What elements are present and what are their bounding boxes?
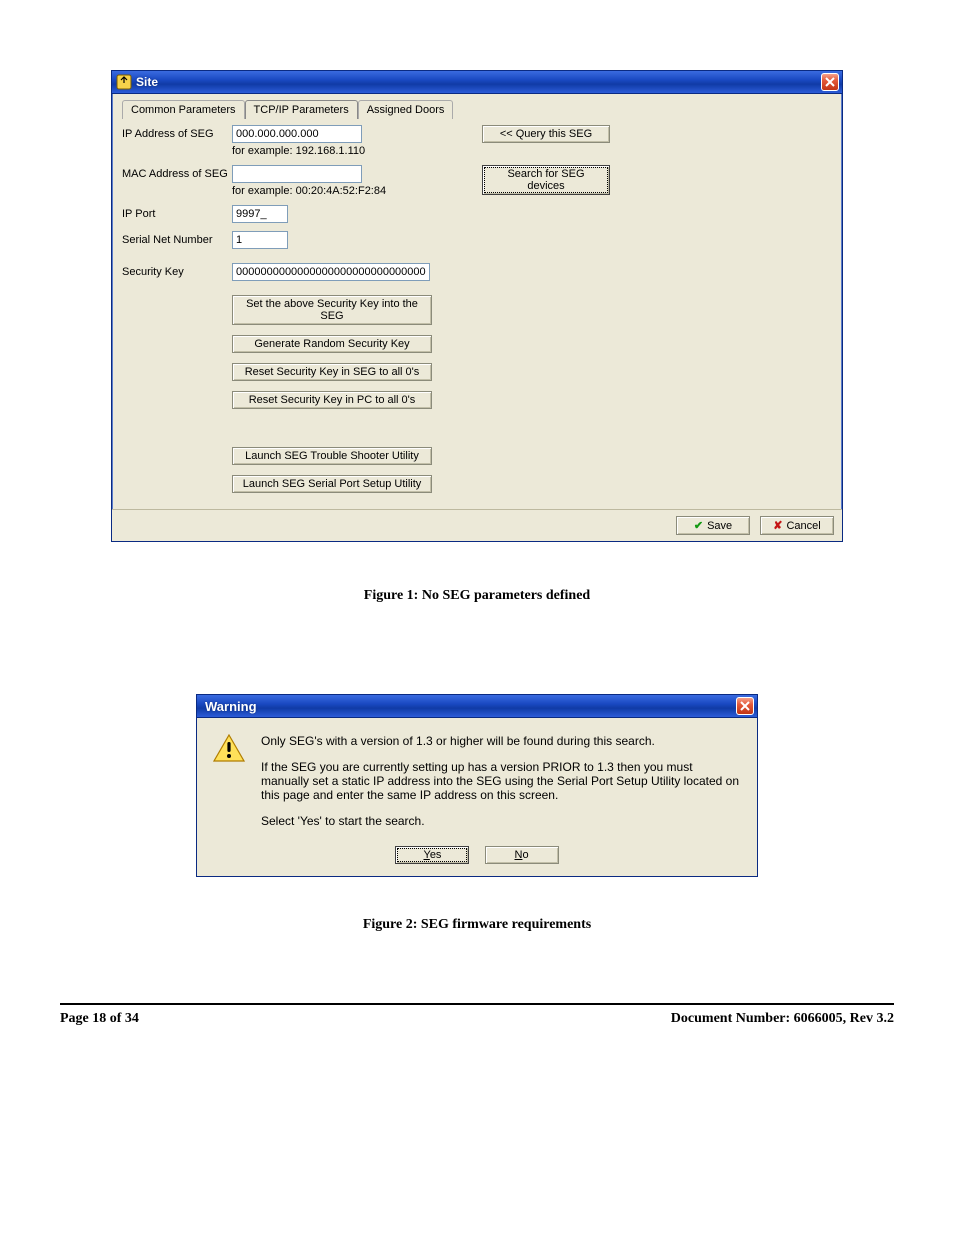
footer-doc-number: Document Number: 6066005, Rev 3.2	[671, 1011, 894, 1027]
tab-assigned-doors[interactable]: Assigned Doors	[358, 100, 454, 119]
label-serial-net-number: Serial Net Number	[122, 231, 232, 246]
tab-tcpip-parameters[interactable]: TCP/IP Parameters	[245, 100, 358, 119]
warning-icon	[213, 734, 245, 840]
site-dialog: Site Common Parameters TCP/IP Parameters…	[111, 70, 843, 542]
site-dialog-title: Site	[136, 75, 817, 89]
warning-line-2: If the SEG you are currently setting up …	[261, 760, 741, 802]
warning-line-1: Only SEG's with a version of 1.3 or high…	[261, 734, 741, 748]
no-button[interactable]: No	[485, 846, 559, 864]
mac-address-field[interactable]	[232, 165, 362, 183]
figure-2-caption: Figure 2: SEG firmware requirements	[60, 917, 894, 933]
cancel-button[interactable]: ✘ Cancel	[760, 516, 834, 535]
mac-address-example: for example: 00:20:4A:52:F2:84	[232, 185, 452, 197]
label-ip-port: IP Port	[122, 205, 232, 220]
footer-page: Page 18 of 34	[60, 1011, 139, 1027]
launch-serial-port-setup-button[interactable]: Launch SEG Serial Port Setup Utility	[232, 475, 432, 493]
site-dialog-titlebar[interactable]: Site	[112, 71, 842, 94]
ip-address-field[interactable]	[232, 125, 362, 143]
cancel-button-label: Cancel	[786, 520, 820, 532]
check-icon: ✔	[694, 519, 703, 532]
tab-bar: Common Parameters TCP/IP Parameters Assi…	[122, 98, 832, 119]
reset-key-seg-button[interactable]: Reset Security Key in SEG to all 0's	[232, 363, 432, 381]
label-mac-address: MAC Address of SEG	[122, 165, 232, 180]
ip-port-field[interactable]	[232, 205, 288, 223]
ip-address-example: for example: 192.168.1.110	[232, 145, 452, 157]
yes-button[interactable]: Yes	[395, 846, 469, 864]
label-ip-address: IP Address of SEG	[122, 125, 232, 140]
reset-key-pc-button[interactable]: Reset Security Key in PC to all 0's	[232, 391, 432, 409]
tab-common-parameters[interactable]: Common Parameters	[122, 100, 245, 119]
security-key-field[interactable]	[232, 263, 430, 281]
serial-net-field[interactable]	[232, 231, 288, 249]
set-security-key-button[interactable]: Set the above Security Key into the SEG	[232, 295, 432, 325]
warning-line-3: Select 'Yes' to start the search.	[261, 814, 741, 828]
x-icon: ✘	[773, 519, 782, 532]
search-seg-devices-button[interactable]: Search for SEG devices	[482, 165, 610, 195]
warning-dialog-titlebar[interactable]: Warning	[197, 695, 757, 718]
label-security-key: Security Key	[122, 263, 232, 278]
page-footer: Page 18 of 34 Document Number: 6066005, …	[60, 1003, 894, 1027]
figure-1-caption: Figure 1: No SEG parameters defined	[60, 588, 894, 604]
save-button-label: Save	[707, 520, 732, 532]
app-icon	[116, 74, 132, 90]
dialog-button-bar: ✔ Save ✘ Cancel	[112, 509, 842, 541]
close-icon[interactable]	[821, 73, 839, 91]
warning-dialog-title: Warning	[201, 699, 732, 714]
launch-troubleshooter-button[interactable]: Launch SEG Trouble Shooter Utility	[232, 447, 432, 465]
close-icon[interactable]	[736, 697, 754, 715]
save-button[interactable]: ✔ Save	[676, 516, 750, 535]
warning-dialog: Warning Only SEG's with a version of 1.3…	[196, 694, 758, 877]
generate-random-key-button[interactable]: Generate Random Security Key	[232, 335, 432, 353]
query-seg-button[interactable]: << Query this SEG	[482, 125, 610, 143]
